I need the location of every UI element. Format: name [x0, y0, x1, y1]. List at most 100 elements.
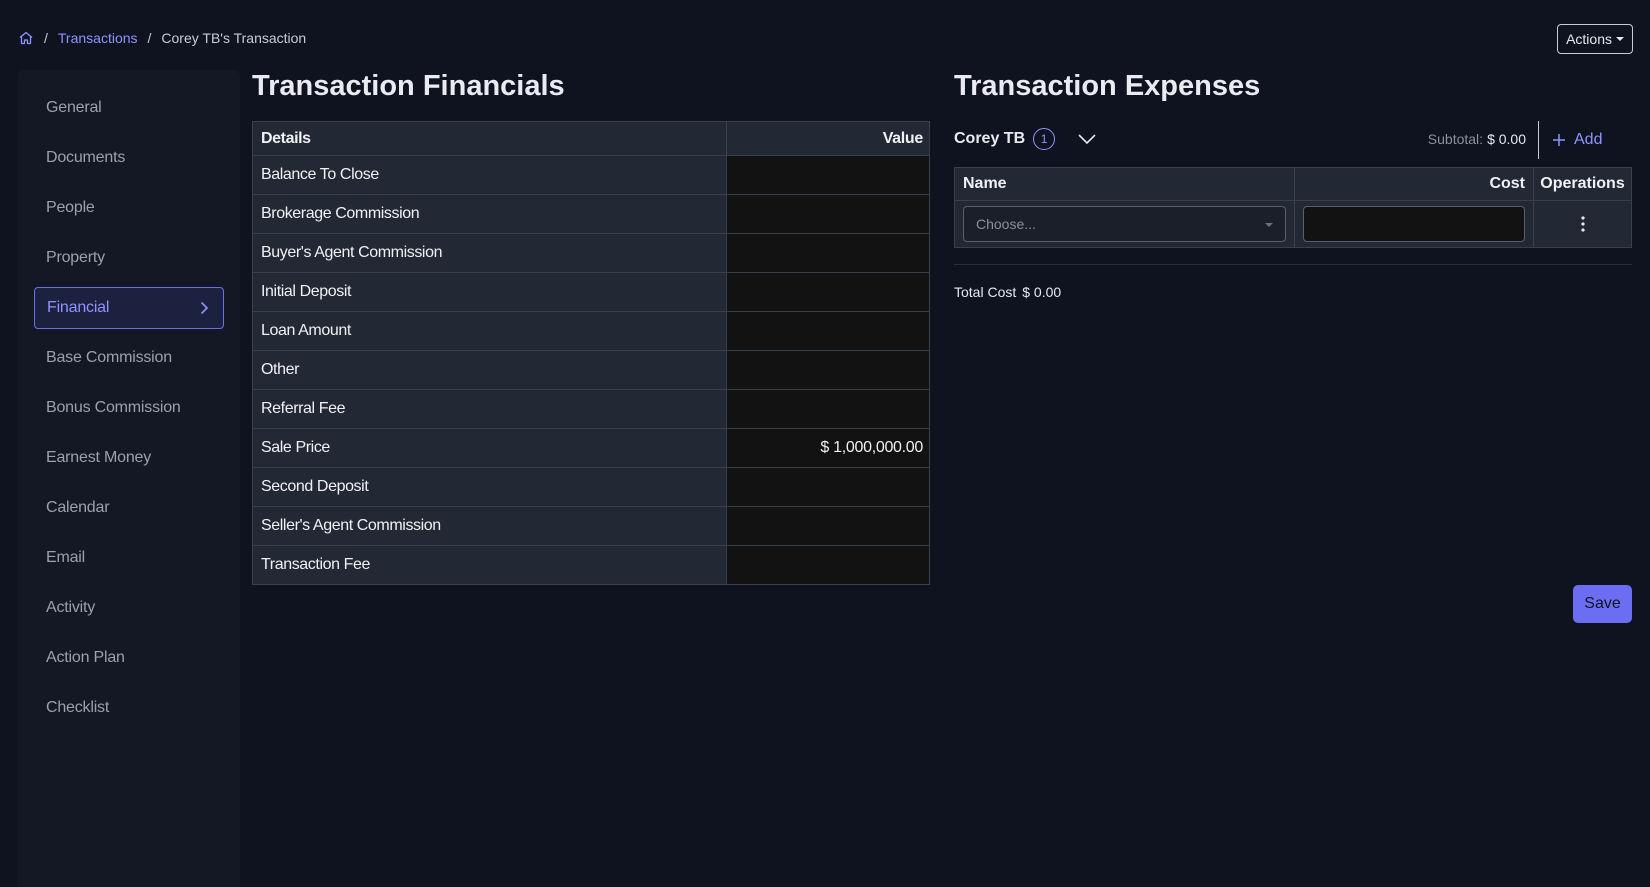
actions-dropdown-button[interactable]: Actions [1557, 24, 1633, 54]
table-row: Transaction Fee [253, 545, 929, 584]
value-cell[interactable] [727, 390, 929, 428]
plus-icon [1553, 134, 1565, 146]
column-header-value: Value [727, 122, 929, 155]
value-cell[interactable] [727, 468, 929, 506]
breadcrumb-current: Corey TB's Transaction [161, 30, 307, 46]
detail-label: Initial Deposit [253, 273, 727, 311]
sidebar-item-label: Activity [46, 599, 96, 616]
more-options-icon[interactable] [1573, 214, 1593, 234]
sidebar-item-general[interactable]: General [34, 87, 224, 129]
detail-label: Balance To Close [253, 156, 727, 194]
chevron-down-icon[interactable] [1077, 132, 1097, 146]
top-bar: / Transactions / Corey TB's Transaction … [0, 0, 1650, 70]
caret-down-icon [1616, 37, 1624, 41]
sidebar-item-label: Bonus Commission [46, 399, 181, 416]
sidebar-item-activity[interactable]: Activity [34, 587, 224, 629]
divider [954, 264, 1632, 265]
detail-label: Other [253, 351, 727, 389]
subtotal: Subtotal: $ 0.00 [1428, 131, 1526, 147]
sidebar: General Documents People Property Financ… [18, 70, 240, 887]
column-header-cost: Cost [1295, 168, 1534, 200]
operations-cell [1534, 201, 1631, 247]
expense-owner: Corey TB 1 [954, 128, 1097, 150]
table-row: Second Deposit [253, 467, 929, 506]
sidebar-item-label: Action Plan [46, 649, 125, 666]
table-row: Other [253, 350, 929, 389]
select-placeholder: Choose... [976, 216, 1036, 232]
detail-label: Seller's Agent Commission [253, 507, 727, 545]
sidebar-item-label: Financial [47, 299, 110, 316]
cost-cell [1295, 201, 1534, 247]
owner-count-badge: 1 [1033, 128, 1056, 150]
dropdown-arrow-icon [1265, 223, 1273, 227]
value-cell[interactable] [727, 312, 929, 350]
sidebar-item-label: Documents [46, 149, 126, 166]
sidebar-item-label: Property [46, 249, 105, 266]
breadcrumb-link-transactions[interactable]: Transactions [58, 30, 138, 46]
breadcrumb-separator: / [147, 30, 152, 46]
table-row: Initial Deposit [253, 272, 929, 311]
sidebar-item-label: Base Commission [46, 349, 172, 366]
sidebar-item-label: Calendar [46, 499, 110, 516]
subtotal-label: Subtotal: [1427, 131, 1484, 147]
table-row: Balance To Close [253, 155, 929, 194]
table-row: Seller's Agent Commission [253, 506, 929, 545]
total-cost-value: $ 0.00 [1022, 284, 1062, 300]
value-cell[interactable] [727, 156, 929, 194]
sidebar-item-documents[interactable]: Documents [34, 137, 224, 179]
sidebar-item-calendar[interactable]: Calendar [34, 487, 224, 529]
table-header-row: Name Cost Operations [955, 168, 1631, 201]
value-cell[interactable] [727, 351, 929, 389]
detail-label: Second Deposit [253, 468, 727, 506]
expenses-title: Transaction Expenses [954, 70, 1261, 102]
home-icon[interactable] [18, 30, 34, 46]
save-button[interactable]: Save [1573, 585, 1632, 623]
sidebar-item-checklist[interactable]: Checklist [34, 687, 224, 729]
add-label: Add [1574, 131, 1603, 148]
sidebar-item-bonus-commission[interactable]: Bonus Commission [34, 387, 224, 429]
value-cell[interactable] [727, 195, 929, 233]
detail-label: Buyer's Agent Commission [253, 234, 727, 272]
sidebar-item-label: Email [46, 549, 86, 566]
table-row: Referral Fee [253, 389, 929, 428]
table-row: Brokerage Commission [253, 194, 929, 233]
column-header-name: Name [955, 168, 1295, 200]
value-cell[interactable] [727, 234, 929, 272]
sidebar-item-people[interactable]: People [34, 187, 224, 229]
breadcrumb: / Transactions / Corey TB's Transaction [18, 30, 306, 46]
detail-label: Brokerage Commission [253, 195, 727, 233]
detail-label: Sale Price [253, 429, 727, 467]
value-cell[interactable] [727, 273, 929, 311]
table-row: Choose... [955, 201, 1631, 247]
sidebar-item-earnest-money[interactable]: Earnest Money [34, 437, 224, 479]
sidebar-item-base-commission[interactable]: Base Commission [34, 337, 224, 379]
table-row: Loan Amount [253, 311, 929, 350]
sidebar-item-property[interactable]: Property [34, 237, 224, 279]
subtotal-value: $ 0.00 [1487, 131, 1526, 147]
divider [1538, 121, 1539, 159]
value-cell[interactable] [727, 507, 929, 545]
value-cell[interactable]: $ 1,000,000.00 [727, 429, 929, 467]
expenses-table: Name Cost Operations Choose... [954, 167, 1632, 248]
detail-label: Referral Fee [253, 390, 727, 428]
add-expense-button[interactable]: Add [1552, 131, 1602, 149]
breadcrumb-separator: / [44, 30, 48, 46]
sidebar-item-label: People [46, 199, 95, 216]
table-row: Sale Price $ 1,000,000.00 [253, 428, 929, 467]
detail-label: Loan Amount [253, 312, 727, 350]
column-header-details: Details [253, 122, 727, 155]
sidebar-item-action-plan[interactable]: Action Plan [34, 637, 224, 679]
column-header-operations: Operations [1540, 175, 1625, 192]
expense-cost-input[interactable] [1303, 206, 1525, 242]
sidebar-item-financial[interactable]: Financial [34, 287, 224, 329]
name-cell: Choose... [955, 201, 1295, 247]
sidebar-item-label: Checklist [46, 699, 110, 716]
detail-label: Transaction Fee [253, 546, 727, 584]
expense-name-select[interactable]: Choose... [963, 206, 1286, 242]
owner-name: Corey TB [954, 130, 1026, 147]
total-cost: Total Cost $ 0.00 [954, 284, 1061, 300]
sidebar-item-email[interactable]: Email [34, 537, 224, 579]
actions-label: Actions [1566, 31, 1612, 47]
table-header-row: Details Value [253, 122, 929, 155]
value-cell[interactable] [727, 546, 929, 584]
